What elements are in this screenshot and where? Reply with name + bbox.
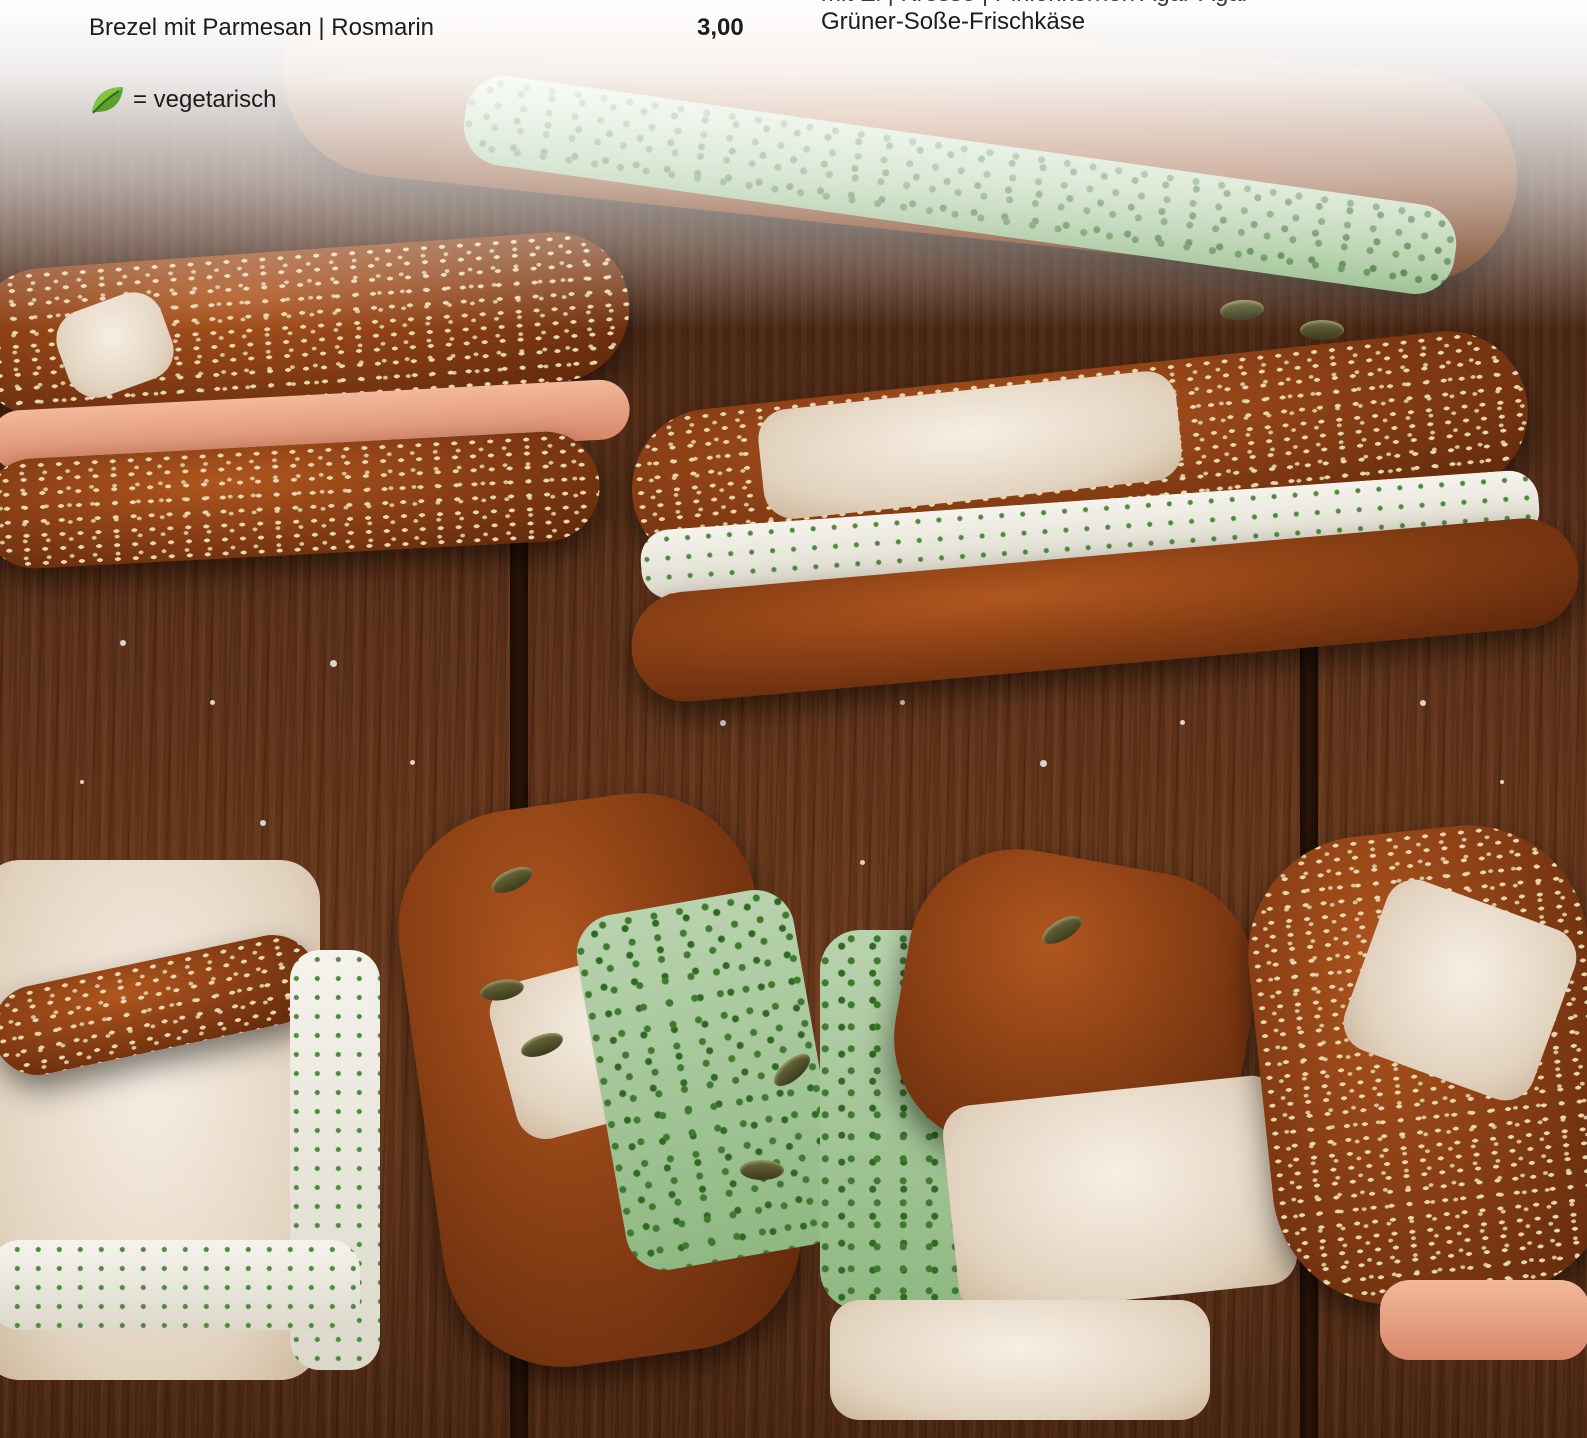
white-fade-overlay	[0, 0, 1587, 330]
legend-label: = vegetarisch	[133, 86, 277, 113]
pretzel-sandwiches-photo	[0, 0, 1587, 1438]
vegetarian-legend: = vegetarisch	[89, 84, 276, 116]
menu-item-name: Brezel mit Parmesan | Rosmarin	[89, 14, 434, 41]
menu-page: mit Ei | Kresse | Pinienkernen Agar-Agar…	[0, 0, 1587, 1438]
menu-item-price: 3,00	[697, 14, 744, 41]
menu-item-description: Grüner-Soße-Frischkäse	[821, 8, 1086, 35]
leaf-icon	[89, 84, 125, 116]
item-description-clipped: mit Ei | Kresse | Pinienkernen Agar-Agar	[821, 0, 1250, 8]
